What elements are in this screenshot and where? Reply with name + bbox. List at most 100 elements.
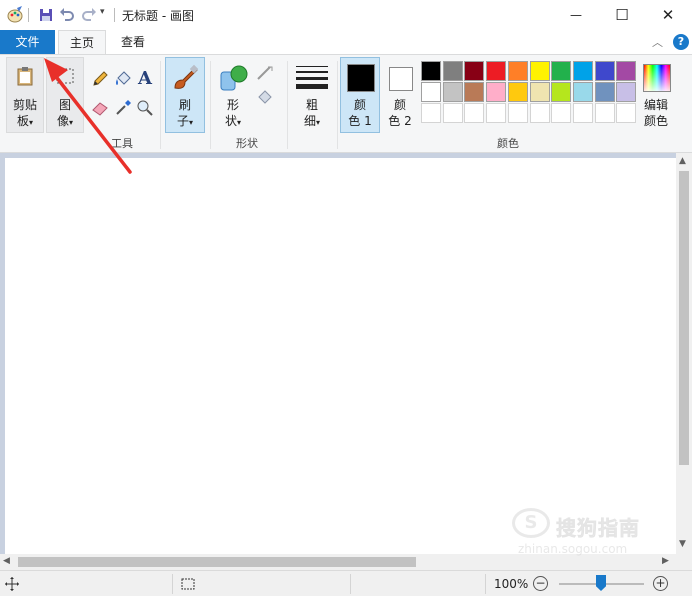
color-swatch[interactable] (572, 82, 593, 102)
cursor-position-icon (5, 577, 19, 591)
color-swatch[interactable] (486, 61, 507, 81)
pencil-icon[interactable] (90, 69, 110, 89)
color-swatch[interactable] (529, 61, 550, 81)
magnifier-icon[interactable] (135, 98, 155, 118)
drawing-canvas[interactable] (5, 158, 676, 554)
color1-label-2: 色 1 (348, 114, 372, 128)
custom-color-slot[interactable] (616, 103, 637, 123)
custom-color-slot[interactable] (572, 103, 593, 123)
shapes-button[interactable]: 形 状▾ (214, 57, 252, 133)
edit-colors-button[interactable]: 编辑 颜色 (638, 57, 674, 133)
ribbon-tabs: 文件 主页 查看 ︿ ? (0, 30, 692, 55)
image-button[interactable]: 图 像▾ (46, 57, 84, 133)
chevron-down-icon: ▾ (189, 118, 194, 127)
color-swatch[interactable] (616, 61, 637, 81)
color2-button[interactable]: 颜 色 2 (380, 57, 420, 133)
clipboard-label-2: 板 (16, 114, 29, 128)
size-button[interactable]: 粗 细▾ (292, 57, 332, 133)
tab-file[interactable]: 文件 (0, 30, 55, 54)
custom-color-slot[interactable] (464, 103, 485, 123)
chevron-down-icon: ▾ (29, 118, 34, 127)
color-swatch[interactable] (616, 82, 637, 102)
save-icon[interactable] (37, 6, 55, 24)
scroll-up-icon[interactable]: ▲ (679, 156, 686, 166)
color-swatch[interactable] (442, 82, 463, 102)
group-separator (210, 61, 211, 149)
scroll-left-icon[interactable]: ◀ (3, 556, 10, 566)
collapse-ribbon-icon[interactable]: ︿ (652, 34, 663, 50)
watermark: S 搜狗指南 zhinan.sogou.com (512, 508, 672, 558)
separator (28, 8, 29, 22)
undo-icon[interactable] (58, 6, 76, 24)
color-swatch[interactable] (529, 82, 550, 102)
shape-fill-icon[interactable] (256, 87, 276, 107)
custom-color-slot[interactable] (507, 103, 528, 123)
color-swatch[interactable] (594, 82, 615, 102)
status-separator (485, 574, 486, 594)
color-swatch[interactable] (507, 82, 528, 102)
brushes-label-1: 刷 (178, 98, 191, 112)
size-label-2: 细 (303, 114, 316, 128)
close-button[interactable]: ✕ (645, 0, 691, 30)
window-title: 无标题 - 画图 (122, 9, 194, 23)
shapes-label-1: 形 (226, 98, 239, 112)
color-swatch[interactable] (464, 61, 485, 81)
color-swatch[interactable] (507, 61, 528, 81)
zoom-level: 100% (494, 577, 529, 591)
line-width-icon (296, 66, 328, 89)
tab-view[interactable]: 查看 (110, 30, 156, 54)
redo-icon[interactable] (80, 6, 98, 24)
color-swatch[interactable] (421, 82, 441, 102)
custom-color-slot[interactable] (486, 103, 507, 123)
zoom-out-icon[interactable]: − (533, 576, 548, 591)
edit-colors-label-2: 颜色 (643, 114, 668, 128)
custom-color-slot[interactable] (551, 103, 572, 123)
clipboard-icon (17, 67, 33, 86)
status-bar: 100% − + (0, 570, 692, 596)
color-swatch[interactable] (464, 82, 485, 102)
custom-color-slot[interactable] (421, 103, 441, 123)
custom-color-slot[interactable] (442, 103, 463, 123)
canvas-workspace (0, 153, 676, 554)
zoom-in-icon[interactable]: + (653, 576, 668, 591)
chevron-down-icon: ▾ (237, 118, 242, 127)
color-swatch[interactable] (486, 82, 507, 102)
brush-icon (174, 64, 199, 89)
eraser-icon[interactable] (90, 98, 110, 118)
text-icon[interactable]: A (135, 68, 155, 89)
color1-label-1: 颜 (353, 98, 366, 112)
image-label-2: 像 (56, 114, 69, 128)
custom-color-slot[interactable] (594, 103, 615, 123)
status-separator (350, 574, 351, 594)
color-swatch[interactable] (551, 82, 572, 102)
minimize-button[interactable]: — (553, 0, 599, 30)
tab-home[interactable]: 主页 (58, 30, 106, 55)
paint-app-icon[interactable] (6, 6, 24, 24)
outline-icon[interactable] (256, 63, 276, 83)
scroll-corner (676, 554, 692, 570)
scroll-down-icon[interactable]: ▼ (679, 539, 686, 549)
maximize-button[interactable]: ☐ (599, 0, 645, 30)
fill-icon[interactable] (113, 69, 133, 89)
group-separator (160, 61, 161, 149)
color1-button[interactable]: 颜 色 1 (340, 57, 380, 133)
brushes-button[interactable]: 刷 子▾ (165, 57, 205, 133)
color-swatch[interactable] (442, 61, 463, 81)
custom-color-slot[interactable] (529, 103, 550, 123)
color-swatch[interactable] (421, 61, 441, 81)
vertical-scrollbar[interactable]: ▲ ▼ (676, 153, 692, 554)
color-swatch[interactable] (551, 61, 572, 81)
shapes-label-2: 状 (224, 114, 237, 128)
select-icon (56, 68, 74, 84)
color-swatch[interactable] (594, 61, 615, 81)
color-picker-icon[interactable] (113, 98, 133, 118)
zoom-slider-thumb[interactable] (596, 575, 606, 591)
clipboard-button[interactable]: 剪贴 板▾ (6, 57, 44, 133)
edit-colors-label-1: 编辑 (643, 98, 668, 112)
vertical-scroll-thumb[interactable] (679, 171, 689, 465)
color-swatch[interactable] (572, 61, 593, 81)
help-icon[interactable]: ? (673, 34, 689, 50)
brushes-label-2: 子 (176, 114, 189, 128)
horizontal-scroll-thumb[interactable] (18, 557, 416, 567)
customize-dropdown-icon[interactable]: ▾ (100, 7, 105, 17)
